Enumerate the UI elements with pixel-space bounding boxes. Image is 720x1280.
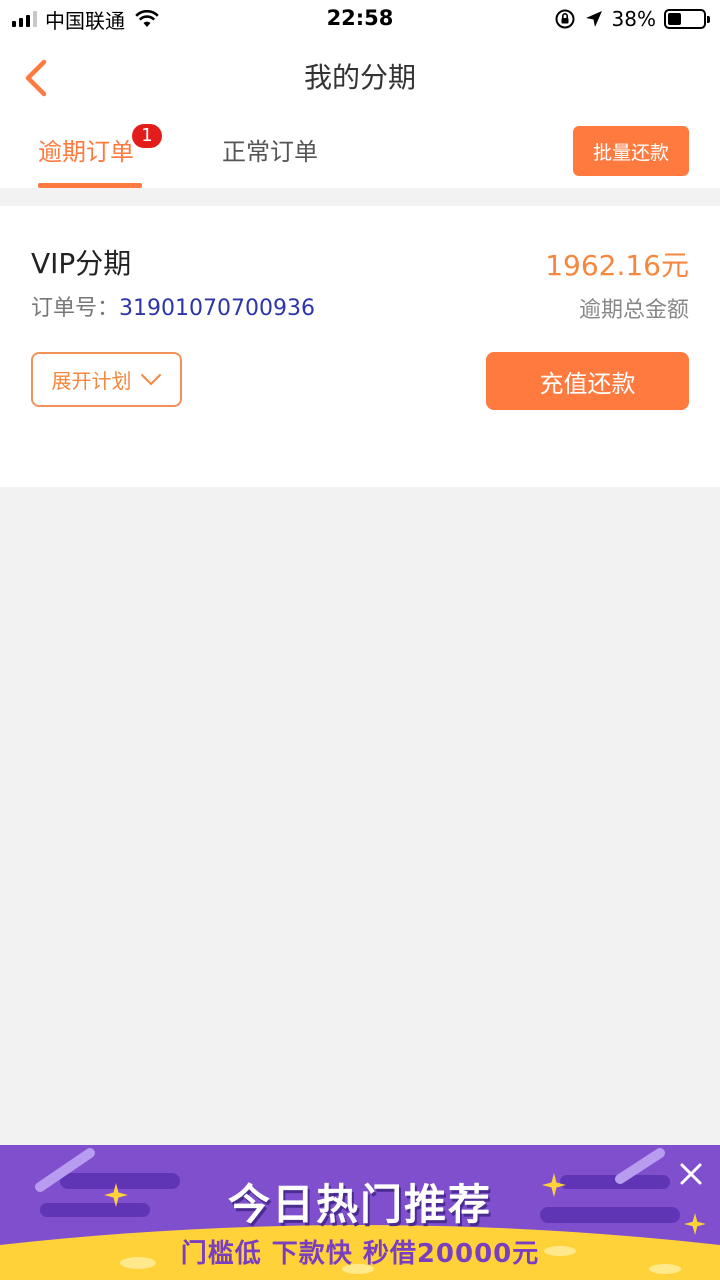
order-number: 31901070700936 [119, 296, 315, 321]
active-tab-indicator [38, 183, 142, 188]
overdue-count-badge: 1 [132, 124, 162, 148]
status-right: 38% [554, 6, 710, 32]
battery-level [668, 13, 681, 25]
order-title: VIP分期 [31, 247, 132, 280]
promo-banner[interactable]: 今日热门推荐 门槛低 下款快 秒借20000元 [0, 1145, 720, 1280]
order-number-label: 订单号： [31, 296, 120, 321]
order-card: VIP分期 1962.16元 订单号：31901070700936 逾期总金额 … [0, 206, 720, 487]
recharge-repay-button[interactable]: 充值还款 [486, 352, 689, 410]
order-number-row: 订单号：31901070700936 [31, 290, 315, 322]
battery-icon [664, 9, 710, 29]
rotation-lock-icon [555, 9, 575, 29]
tab-normal-orders[interactable]: 正常订单 [222, 132, 318, 188]
overdue-amount-label: 逾期总金额 [578, 298, 689, 323]
chevron-down-icon [140, 373, 161, 385]
banner-title: 今日热门推荐 [227, 1180, 492, 1229]
tab-normal-label: 正常订单 [222, 138, 318, 166]
close-icon[interactable] [678, 1161, 704, 1187]
location-arrow-icon [585, 11, 602, 27]
bulk-repay-button[interactable]: 批量还款 [573, 126, 689, 176]
expand-plan-button[interactable]: 展开计划 [31, 352, 182, 407]
banner-subtitle: 门槛低 下款快 秒借20000元 [180, 1239, 540, 1269]
battery-percent: 38% [611, 7, 656, 31]
expand-plan-label: 展开计划 [51, 369, 132, 393]
page-title: 我的分期 [303, 61, 416, 94]
navigation-bar: 我的分期 [0, 38, 720, 114]
tab-overdue-label: 逾期订单 [38, 138, 134, 166]
overdue-amount: 1962.16元 [545, 249, 689, 282]
status-bar: 中国联通 22:58 38% [0, 0, 720, 38]
tab-overdue-orders[interactable]: 逾期订单 [38, 132, 142, 188]
